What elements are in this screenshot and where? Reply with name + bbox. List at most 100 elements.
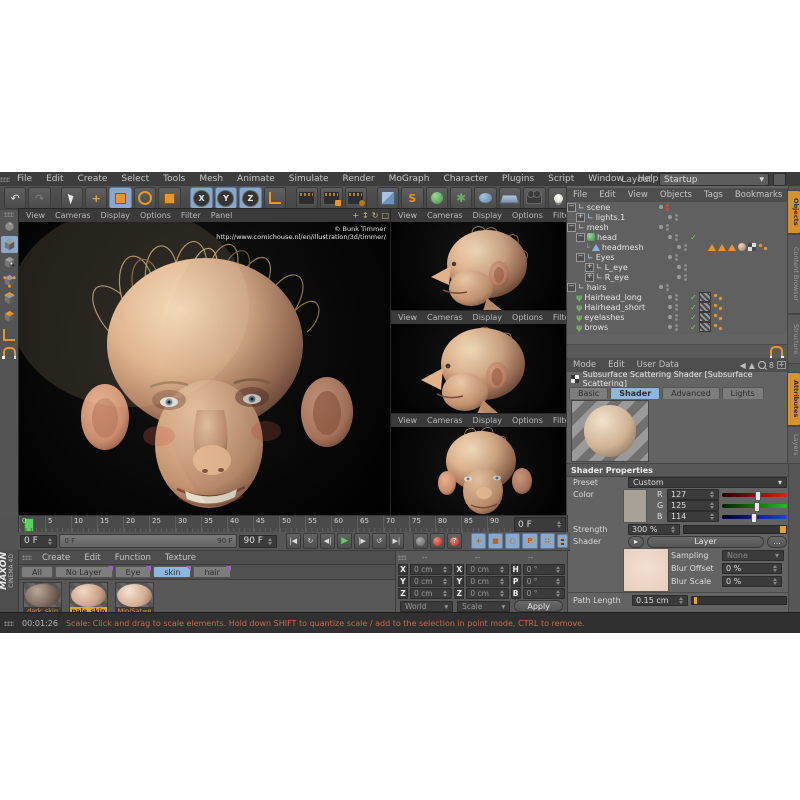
tab-attributes[interactable]: Attributes <box>787 372 800 426</box>
viewport-menu-item[interactable]: Display <box>468 211 508 220</box>
loop-button[interactable]: ↻ <box>303 533 318 549</box>
spinner-icon[interactable] <box>710 502 715 509</box>
key-rotation-toggle[interactable]: ○ <box>505 533 520 549</box>
spinner-icon[interactable] <box>710 513 715 520</box>
tab-shader[interactable]: Shader <box>610 387 660 399</box>
spinner-icon[interactable] <box>556 590 561 597</box>
strength-slider[interactable] <box>683 525 787 534</box>
spinner-icon[interactable] <box>557 521 562 528</box>
expander-icon[interactable]: − <box>576 233 585 242</box>
rotate-tool-button[interactable] <box>134 187 156 209</box>
object-tags[interactable] <box>708 243 768 251</box>
rot-p-field[interactable]: 0 ° <box>523 576 565 587</box>
keyframe-film-icon[interactable] <box>557 534 568 548</box>
viewport-menu-item[interactable]: Filter <box>176 211 206 220</box>
viewport-menu-item[interactable]: View <box>21 211 50 220</box>
prev-frame-button[interactable]: ◀| <box>320 533 335 549</box>
layer-thumbnail[interactable] <box>623 548 669 592</box>
menu-item[interactable]: Mesh <box>192 174 230 184</box>
visibility-toggles[interactable] <box>659 284 679 291</box>
viewport-menu-item[interactable]: Cameras <box>422 416 468 425</box>
visibility-toggles[interactable] <box>677 244 697 251</box>
rot-h-field[interactable]: 0 ° <box>523 564 565 575</box>
tree-item-r-eye[interactable]: +∟R_eye <box>567 272 789 282</box>
rot-b-field[interactable]: 0 ° <box>523 588 565 599</box>
tab-layers[interactable]: Layers <box>787 426 800 464</box>
viewport-menu-item[interactable]: View <box>393 211 422 220</box>
expander-icon[interactable]: − <box>567 283 576 292</box>
cycle-button[interactable]: ↺ <box>372 533 387 549</box>
b-value-field[interactable]: 114 <box>667 511 719 522</box>
texture-mode-button[interactable] <box>1 254 18 271</box>
g-slider[interactable] <box>722 504 787 508</box>
visibility-toggles[interactable] <box>659 204 679 211</box>
pin-icon[interactable]: ▲ <box>749 361 755 370</box>
enabled-check-icon[interactable]: ✓ <box>688 233 699 242</box>
shader-more-button[interactable]: ... <box>767 536 787 548</box>
menu-item[interactable]: Plugins <box>495 174 541 184</box>
viewport-menu-item[interactable]: Cameras <box>50 211 96 220</box>
enabled-check-icon[interactable]: ✓ <box>688 323 699 332</box>
zoom-view-icon[interactable]: ↕ <box>362 211 369 220</box>
menubar-grip[interactable] <box>0 177 10 182</box>
attribute-menu-item[interactable]: User Data <box>631 360 685 370</box>
search-icon[interactable] <box>758 361 766 369</box>
visibility-toggles[interactable] <box>668 324 688 331</box>
points-mode-button[interactable] <box>1 272 18 289</box>
scale-tool-button[interactable] <box>109 187 131 209</box>
material-menu-item[interactable]: Edit <box>77 553 107 563</box>
viewport-menu-item[interactable]: Options <box>507 313 548 322</box>
toolbar-grip[interactable] <box>4 212 14 217</box>
viewport-menu-item[interactable]: Display <box>96 211 136 220</box>
expander-icon[interactable]: − <box>567 223 576 232</box>
snap-magnet-icon[interactable] <box>770 346 783 358</box>
material-menu-item[interactable]: Function <box>108 553 158 563</box>
viewport-canvas-side-middle[interactable] <box>391 324 567 414</box>
shader-preview[interactable] <box>571 400 649 462</box>
object-manager-menu-item[interactable]: Bookmarks <box>729 190 789 200</box>
apply-button[interactable]: Apply <box>514 600 563 612</box>
panel-grip[interactable] <box>398 555 406 560</box>
tab-no-layer[interactable]: No Layer <box>55 566 113 578</box>
object-tags[interactable] <box>699 312 723 322</box>
visibility-toggles[interactable] <box>668 254 688 261</box>
render-view-button[interactable] <box>296 187 318 209</box>
tree-item-hairs[interactable]: −∟hairs <box>567 282 789 292</box>
viewport-menu-item[interactable]: Options <box>135 211 176 220</box>
render-region-button[interactable] <box>320 187 342 209</box>
object-manager-menu-item[interactable]: View <box>622 190 654 200</box>
record-button[interactable] <box>413 533 428 549</box>
sampling-dropdown[interactable]: None▾ <box>722 550 784 561</box>
current-frame-field[interactable]: 0 F <box>20 535 57 548</box>
mode-dropdown[interactable]: Scale▾ <box>457 601 510 612</box>
visibility-toggles[interactable] <box>668 214 688 221</box>
spinner-icon[interactable] <box>773 565 778 572</box>
tab-content-browser[interactable]: Content Browser <box>787 234 800 314</box>
enabled-check-icon[interactable]: ✓ <box>688 303 699 312</box>
visibility-toggles[interactable] <box>668 294 688 301</box>
end-frame-field[interactable]: 90 F <box>239 535 276 548</box>
key-position-toggle[interactable]: + <box>471 533 486 549</box>
expander-icon[interactable]: + <box>585 263 594 272</box>
space-dropdown[interactable]: World▾ <box>400 601 453 612</box>
edges-mode-button[interactable] <box>1 290 18 307</box>
spinner-icon[interactable] <box>443 590 448 597</box>
viewport-menu-item[interactable]: Display <box>468 313 508 322</box>
add-generator-button[interactable] <box>426 187 448 209</box>
size-z-field[interactable]: 0 cm <box>466 588 508 599</box>
coordinate-system-button[interactable] <box>264 187 286 209</box>
object-manager-menu-item[interactable]: Objects <box>654 190 698 200</box>
menu-item[interactable]: Tools <box>156 174 192 184</box>
undo-button[interactable]: ↶ <box>4 187 26 209</box>
g-value-field[interactable]: 125 <box>667 500 719 511</box>
blur-scale-field[interactable]: 0 % <box>722 576 782 587</box>
pos-z-field[interactable]: 0 cm <box>410 588 452 599</box>
maximize-view-icon[interactable]: □ <box>381 211 389 220</box>
r-value-field[interactable]: 127 <box>667 489 719 500</box>
tree-item-brows[interactable]: ψbrows ✓ <box>567 322 789 332</box>
next-frame-button[interactable]: |▶ <box>354 533 369 549</box>
shader-arrow-button[interactable]: ▸ <box>628 536 644 548</box>
rotate-view-icon[interactable]: ↻ <box>372 211 379 220</box>
visibility-toggles[interactable] <box>677 264 697 271</box>
live-selection-button[interactable] <box>61 187 83 209</box>
